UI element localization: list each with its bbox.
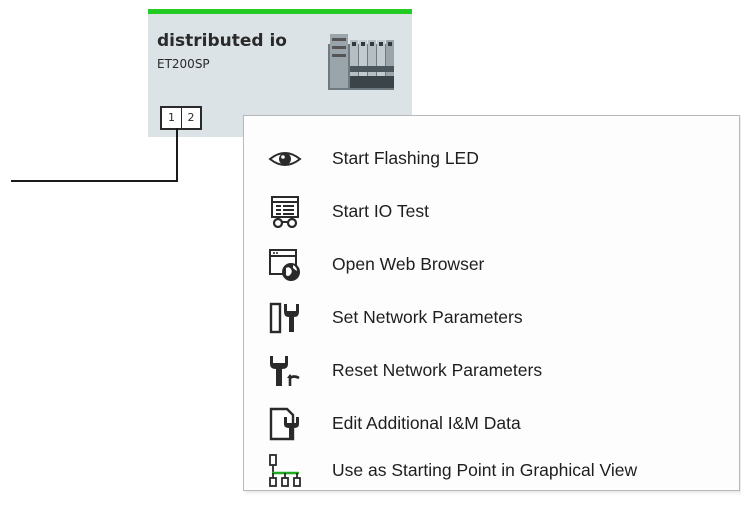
menu-item-edit-additional-im-data[interactable]: Edit Additional I&M Data [244, 397, 739, 450]
port-2[interactable]: 2 [181, 108, 200, 128]
menu-item-label: Start IO Test [332, 201, 429, 221]
context-menu: Start Flashing LED Start IO Test Open We… [243, 115, 740, 491]
network-line-vertical[interactable] [176, 128, 178, 182]
menu-item-label: Reset Network Parameters [332, 360, 543, 380]
edit-im-data-icon [268, 407, 302, 441]
device-ports: 1 2 [160, 106, 202, 130]
menu-item-label: Edit Additional I&M Data [332, 413, 521, 433]
menu-item-start-flashing-led[interactable]: Start Flashing LED [244, 132, 739, 185]
set-network-parameters-icon [268, 301, 302, 335]
graphical-view-icon [268, 453, 302, 487]
network-line-horizontal[interactable] [11, 180, 178, 182]
reset-network-parameters-icon [268, 354, 302, 388]
eye-icon [268, 142, 302, 176]
device-name: distributed io [157, 31, 287, 51]
menu-item-open-web-browser[interactable]: Open Web Browser [244, 238, 739, 291]
io-test-icon [268, 195, 302, 229]
menu-item-label: Open Web Browser [332, 254, 485, 274]
menu-item-set-network-parameters[interactable]: Set Network Parameters [244, 291, 739, 344]
menu-item-label: Use as Starting Point in Graphical View [332, 459, 638, 480]
web-browser-icon [268, 248, 302, 282]
menu-item-label: Start Flashing LED [332, 148, 479, 168]
menu-item-label: Set Network Parameters [332, 307, 523, 327]
menu-item-start-io-test[interactable]: Start IO Test [244, 185, 739, 238]
device-type: ET200SP [157, 57, 210, 71]
device-status-bar [148, 9, 412, 14]
et200sp-device-icon [328, 34, 394, 90]
port-1[interactable]: 1 [162, 108, 181, 128]
menu-item-use-as-starting-point[interactable]: Use as Starting Point in Graphical View [244, 450, 739, 490]
menu-item-reset-network-parameters[interactable]: Reset Network Parameters [244, 344, 739, 397]
